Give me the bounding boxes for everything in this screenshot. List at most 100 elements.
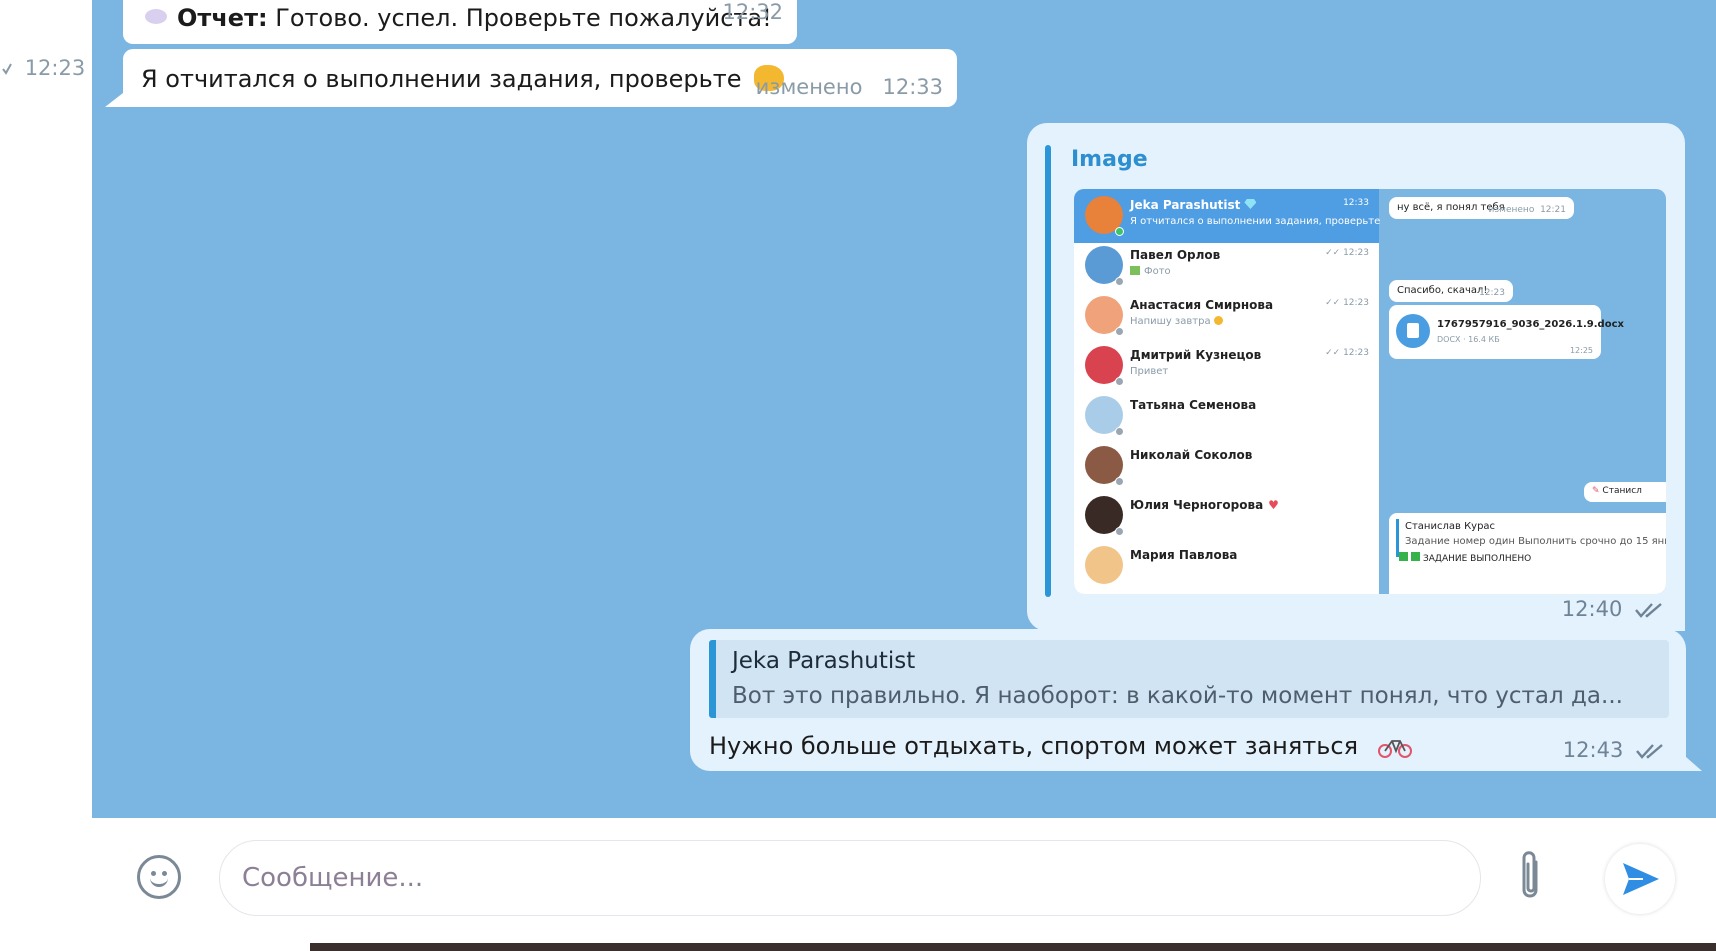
send-button[interactable] — [1605, 844, 1675, 914]
embedded-task-message: Станислав Курас Задание номер один Выпол… — [1389, 513, 1666, 594]
message-body: Я отчитался о выполнении задания, провер… — [141, 65, 742, 93]
speech-balloon-icon — [145, 9, 167, 24]
send-icon — [1623, 863, 1659, 895]
message-body: Нужно больше отдыхать, спортом может зан… — [709, 732, 1359, 760]
message-time: 12:33 — [882, 75, 943, 99]
incoming-message-report[interactable]: Отчет: Готово. успел. Проверьте пожалуйс… — [123, 0, 797, 44]
online-dot — [1115, 227, 1124, 236]
diamond-icon — [1244, 199, 1257, 209]
embedded-screenshot[interactable]: Jeka Parashutist Я отчитался о выполнени… — [1074, 189, 1666, 594]
embedded-pinned-message: ✎ Станисл — [1584, 482, 1666, 502]
message-composer — [92, 818, 1716, 951]
task-status: ЗАДАНИЕ ВЫПОЛНЕНО — [1399, 552, 1531, 564]
embedded-message-text: Спасибо, скачал! — [1397, 285, 1488, 296]
chat-name: Мария Павлова — [1130, 548, 1238, 562]
chat-preview: Я отчитался о выполнении задания, провер… — [1130, 216, 1381, 227]
message-meta: 12:43 — [1563, 738, 1664, 764]
double-check-icon — [1636, 740, 1664, 764]
file-time: 12:25 — [1569, 346, 1593, 355]
embedded-message-meta: изменено 12:21 — [1488, 205, 1566, 215]
chat-preview: Фото — [1130, 266, 1171, 277]
reply-quote[interactable]: Jeka Parashutist Вот это правильно. Я на… — [709, 640, 1669, 718]
embedded-chat-row: Анастасия Смирнова Напишу завтра ✓✓ 12:2… — [1074, 289, 1379, 343]
status-dot — [1115, 277, 1124, 286]
embedded-chat-row: Юлия Черногорова ♥ — [1074, 489, 1379, 543]
status-dot — [1115, 427, 1124, 436]
embedded-chat-list: Jeka Parashutist Я отчитался о выполнени… — [1074, 189, 1381, 594]
report-text: Готово. успел. Проверьте пожалуйста! — [275, 4, 772, 32]
quote-text: Задание номер один Выполнить срочно до 1… — [1405, 536, 1666, 547]
check-box-icon — [1411, 552, 1420, 561]
embedded-chat-row: Мария Павлова — [1074, 539, 1379, 593]
chat-list-time: 12:23 — [2, 56, 85, 80]
embedded-message: Спасибо, скачал! 12:23 — [1389, 280, 1513, 302]
status-dot — [1115, 327, 1124, 336]
message-text: Отчет: Готово. успел. Проверьте пожалуйс… — [145, 4, 772, 32]
file-meta: DOCX · 16.4 КБ — [1437, 335, 1500, 344]
embedded-message-time: 12:23 — [1479, 288, 1505, 298]
double-check-icon — [1635, 599, 1663, 623]
check-icon — [2, 56, 19, 80]
outgoing-image-message[interactable]: Image Jeka Parashutist Я отчитался о вып… — [1027, 123, 1685, 631]
taskbar-segment — [0, 943, 310, 951]
embedded-chat-row: Татьяна Семенова — [1074, 389, 1379, 443]
bicycle-icon — [1377, 736, 1412, 758]
image-label: Image — [1071, 147, 1148, 172]
reply-text: Вот это правильно. Я наоборот: в какой-т… — [732, 683, 1623, 709]
heart-icon: ♥ — [1268, 498, 1279, 512]
chat-name: Павел Орлов — [1130, 248, 1221, 262]
chat-time: 12:33 — [1343, 198, 1369, 208]
message-meta: 12:40 — [1562, 597, 1663, 623]
quote-bar — [709, 640, 716, 718]
reply-author: Jeka Parashutist — [732, 648, 916, 674]
status-dot — [1115, 377, 1124, 386]
chat-name: Дмитрий Кузнецов — [1130, 348, 1262, 362]
emoji-mouth — [150, 877, 168, 887]
chat-name: Татьяна Семенова — [1130, 398, 1257, 412]
smile-emoji-icon — [1213, 316, 1223, 325]
edited-label: изменено — [755, 75, 863, 99]
chat-time: ✓✓ 12:23 — [1325, 248, 1369, 258]
chat-name: Юлия Черногорова ♥ — [1130, 498, 1279, 512]
file-name: 1767957916_9036_2026.1.9.docx — [1437, 319, 1624, 330]
incoming-message[interactable]: Я отчитался о выполнении задания, провер… — [105, 49, 957, 107]
embedded-chat-row: Николай Соколов — [1074, 439, 1379, 493]
chat-name: Jeka Parashutist — [1130, 198, 1257, 212]
message-input[interactable] — [219, 840, 1481, 916]
bubble-tail — [1686, 757, 1702, 771]
chat-preview: Привет — [1130, 366, 1169, 377]
status-dot — [1115, 477, 1124, 486]
report-label: Отчет: — [177, 4, 268, 32]
paperclip-icon[interactable] — [1510, 848, 1550, 906]
photo-icon — [1130, 266, 1140, 275]
status-dot — [1115, 527, 1124, 536]
image-accent-bar — [1045, 145, 1051, 597]
embedded-chat-row: Павел Орлов Фото ✓✓ 12:23 — [1074, 239, 1379, 293]
message-time: 12:40 — [1561, 597, 1623, 621]
message-time: 12:32 — [722, 0, 783, 24]
message-text: Я отчитался о выполнении задания, провер… — [141, 65, 784, 93]
taskbar-strip — [0, 943, 1716, 951]
chat-time: ✓✓ 12:23 — [1325, 298, 1369, 308]
quote-author: Станислав Курас — [1405, 521, 1496, 532]
emoji-icon[interactable] — [137, 855, 181, 899]
pin-icon: ✎ — [1592, 486, 1600, 496]
embedded-chat-row: Дмитрий Кузнецов Привет ✓✓ 12:23 — [1074, 339, 1379, 393]
message-text: Нужно больше отдыхать, спортом может зан… — [709, 732, 1412, 760]
chat-list-time-text: 12:23 — [24, 56, 86, 80]
check-box-icon — [1399, 552, 1408, 561]
chat-list-strip[interactable]: 12:23 — [0, 0, 92, 951]
chat-name: Николай Соколов — [1130, 448, 1253, 462]
message-meta: изменено 12:33 — [756, 75, 943, 99]
embedded-message: ну всё, я понял тебя изменено 12:21 — [1389, 197, 1574, 219]
chat-name: Анастасия Смирнова — [1130, 298, 1274, 312]
avatar — [1085, 546, 1123, 584]
pinned-text: ✎ Станисл — [1592, 486, 1642, 496]
chat-time: ✓✓ 12:23 — [1325, 348, 1369, 358]
outgoing-reply-message[interactable]: Jeka Parashutist Вот это правильно. Я на… — [690, 629, 1702, 771]
message-time: 12:43 — [1562, 738, 1624, 762]
bubble-tail — [105, 93, 123, 107]
embedded-file-message: 1767957916_9036_2026.1.9.docx DOCX · 16.… — [1389, 305, 1624, 359]
file-icon — [1396, 314, 1430, 348]
embedded-chat-row: Jeka Parashutist Я отчитался о выполнени… — [1074, 189, 1381, 243]
